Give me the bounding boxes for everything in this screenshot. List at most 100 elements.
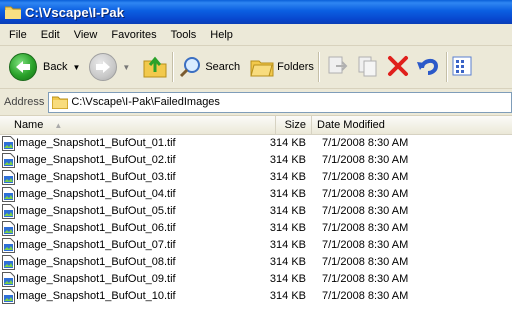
file-row[interactable]: Image_Snapshot1_BufOut_02.tif 314 KB 7/1/2…	[0, 152, 512, 169]
explorer-window: C:\Vscape\I-Pak File Edit View Favorites…	[0, 0, 512, 317]
sort-ascending-icon: ▲	[54, 121, 63, 130]
tif-file-icon	[2, 187, 15, 202]
toolbar-separator	[172, 52, 175, 82]
menu-tools[interactable]: Tools	[164, 29, 204, 41]
file-row[interactable]: Image_Snapshot1_BufOut_07.tif 314 KB 7/1/2…	[0, 237, 512, 254]
file-name: Image_Snapshot1_BufOut_04.tif	[16, 188, 176, 200]
column-header-size[interactable]: Size	[276, 116, 312, 134]
menu-help[interactable]: Help	[203, 29, 240, 41]
tif-file-icon	[2, 289, 15, 304]
address-input[interactable]: C:\Vscape\I-Pak\FailedImages	[48, 91, 512, 113]
file-size: 314 KB	[269, 290, 306, 302]
file-date-modified: 7/1/2008 8:30 AM	[322, 239, 409, 251]
column-date-label: Date Modified	[317, 119, 385, 131]
file-row[interactable]: Image_Snapshot1_BufOut_10.tif 314 KB 7/1/2…	[0, 288, 512, 305]
file-size: 314 KB	[269, 137, 306, 149]
back-button[interactable]: Back ▼	[9, 53, 80, 81]
delete-button[interactable]	[386, 54, 410, 81]
tif-file-icon	[2, 204, 15, 219]
menu-view[interactable]: View	[67, 29, 105, 41]
file-name: Image_Snapshot1_BufOut_06.tif	[16, 222, 176, 234]
file-name: Image_Snapshot1_BufOut_03.tif	[16, 171, 176, 183]
file-name: Image_Snapshot1_BufOut_05.tif	[16, 205, 176, 217]
file-row[interactable]: Image_Snapshot1_BufOut_05.tif 314 KB 7/1/2…	[0, 203, 512, 220]
back-arrow-icon	[9, 53, 37, 81]
address-label: Address	[4, 96, 45, 108]
toolbar-separator	[445, 52, 448, 82]
views-grid-icon	[452, 56, 472, 75]
file-size: 314 KB	[269, 171, 306, 183]
file-row[interactable]: Image_Snapshot1_BufOut_04.tif 314 KB 7/1/2…	[0, 186, 512, 203]
file-rows: Image_Snapshot1_BufOut_01.tif 314 KB 7/1/2…	[0, 135, 512, 305]
column-header-name[interactable]: Name ▲	[0, 116, 276, 134]
views-button[interactable]	[452, 56, 472, 79]
delete-x-icon	[387, 55, 408, 76]
undo-button[interactable]	[416, 54, 442, 81]
file-date-modified: 7/1/2008 8:30 AM	[322, 273, 409, 285]
file-size: 314 KB	[269, 205, 306, 217]
file-row[interactable]: Image_Snapshot1_BufOut_09.tif 314 KB 7/1/2…	[0, 271, 512, 288]
file-date-modified: 7/1/2008 8:30 AM	[322, 205, 409, 217]
tif-file-icon	[2, 272, 15, 287]
copy-to-icon	[358, 56, 377, 76]
file-name: Image_Snapshot1_BufOut_09.tif	[16, 273, 176, 285]
address-value: C:\Vscape\I-Pak\FailedImages	[71, 96, 220, 108]
tif-file-icon	[2, 170, 15, 185]
file-date-modified: 7/1/2008 8:30 AM	[322, 222, 409, 234]
file-name: Image_Snapshot1_BufOut_02.tif	[16, 154, 176, 166]
up-folder-icon	[143, 56, 167, 77]
standard-toolbar: Back ▼ ▼ Search Folders	[0, 46, 512, 89]
tif-file-icon	[2, 255, 15, 270]
file-row[interactable]: Image_Snapshot1_BufOut_08.tif 314 KB 7/1/2…	[0, 254, 512, 271]
menu-file[interactable]: File	[0, 29, 34, 41]
file-date-modified: 7/1/2008 8:30 AM	[322, 137, 409, 149]
menu-bar: File Edit View Favorites Tools Help	[0, 24, 512, 46]
file-size: 314 KB	[269, 188, 306, 200]
copy-to-button[interactable]	[356, 54, 380, 81]
file-name: Image_Snapshot1_BufOut_10.tif	[16, 290, 176, 302]
up-folder-button[interactable]	[142, 53, 168, 82]
file-row[interactable]: Image_Snapshot1_BufOut_01.tif 314 KB 7/1/2…	[0, 135, 512, 152]
file-size: 314 KB	[269, 154, 306, 166]
folders-icon	[250, 60, 274, 77]
move-to-button[interactable]	[326, 54, 350, 81]
menu-favorites[interactable]: Favorites	[104, 29, 163, 41]
file-date-modified: 7/1/2008 8:30 AM	[322, 256, 409, 268]
folder-icon	[52, 96, 69, 109]
column-header-date[interactable]: Date Modified	[312, 116, 512, 134]
column-header-row: Name ▲ Size Date Modified	[0, 116, 512, 135]
menu-edit[interactable]: Edit	[34, 29, 67, 41]
file-name: Image_Snapshot1_BufOut_07.tif	[16, 239, 176, 251]
file-size: 314 KB	[269, 222, 306, 234]
title-bar[interactable]: C:\Vscape\I-Pak	[0, 0, 512, 24]
file-size: 314 KB	[269, 239, 306, 251]
file-size: 314 KB	[269, 256, 306, 268]
tif-file-icon	[2, 221, 15, 236]
toolbar-separator	[317, 52, 320, 82]
tif-file-icon	[2, 153, 15, 168]
forward-button[interactable]: ▼	[89, 53, 130, 81]
forward-dropdown-icon[interactable]: ▼	[122, 63, 130, 72]
search-label: Search	[205, 61, 241, 73]
file-list: Name ▲ Size Date Modified Image_Snapshot…	[0, 116, 512, 317]
file-date-modified: 7/1/2008 8:30 AM	[322, 290, 409, 302]
file-name: Image_Snapshot1_BufOut_08.tif	[16, 256, 176, 268]
file-row[interactable]: Image_Snapshot1_BufOut_06.tif 314 KB 7/1/2…	[0, 220, 512, 237]
column-name-label: Name	[14, 119, 44, 131]
forward-arrow-icon	[89, 53, 118, 81]
window-title: C:\Vscape\I-Pak	[25, 4, 125, 20]
folder-icon	[5, 6, 21, 19]
tif-file-icon	[2, 238, 15, 253]
file-name: Image_Snapshot1_BufOut_01.tif	[16, 137, 176, 149]
file-date-modified: 7/1/2008 8:30 AM	[322, 171, 409, 183]
folders-button[interactable]: Folders	[250, 56, 314, 78]
back-label: Back	[43, 61, 68, 73]
file-size: 314 KB	[269, 273, 306, 285]
file-date-modified: 7/1/2008 8:30 AM	[322, 188, 409, 200]
folders-label: Folders	[277, 61, 314, 73]
file-row[interactable]: Image_Snapshot1_BufOut_03.tif 314 KB 7/1/2…	[0, 169, 512, 186]
file-date-modified: 7/1/2008 8:30 AM	[322, 154, 409, 166]
back-dropdown-icon[interactable]: ▼	[72, 63, 80, 72]
tif-file-icon	[2, 136, 15, 151]
search-button[interactable]: Search	[178, 55, 240, 79]
